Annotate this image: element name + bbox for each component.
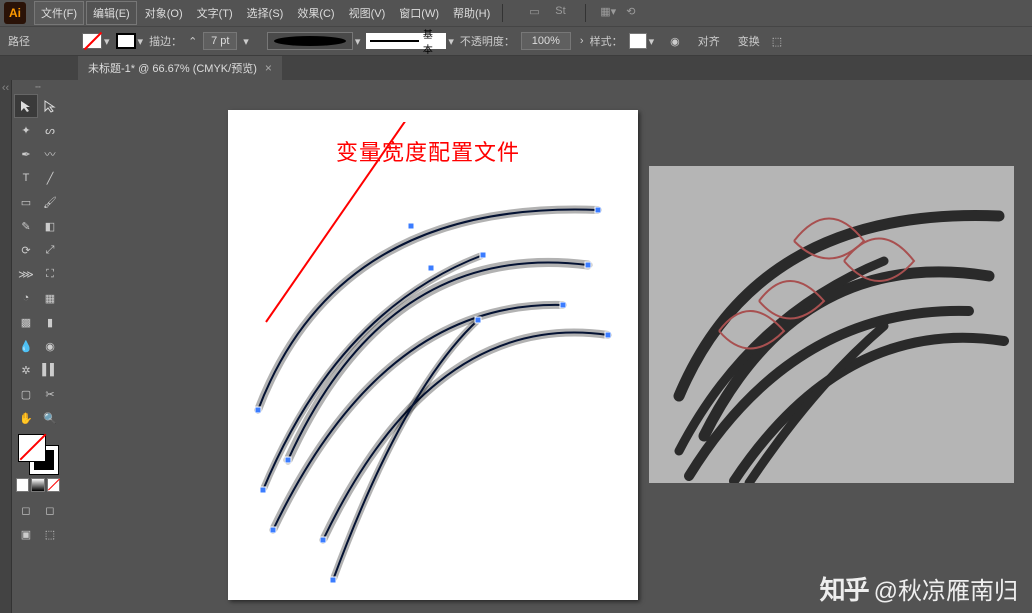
watermark: 知乎 @秋凉雁南归	[820, 570, 1018, 607]
menu-window[interactable]: 窗口(W)	[393, 2, 445, 24]
tab-title: 未标题-1* @ 66.67% (CMYK/预览)	[88, 60, 257, 76]
paintbrush-tool[interactable]: 🖌	[38, 190, 62, 214]
zoom-tool[interactable]: 🔍	[38, 406, 62, 430]
rotate-tool[interactable]: ⟳	[14, 238, 38, 262]
eraser-tool[interactable]: ◧	[38, 214, 62, 238]
sync-icon[interactable]: ⟲	[626, 5, 642, 21]
fill-swatch[interactable]: ▾	[82, 33, 110, 49]
slice-tool[interactable]: ✂	[38, 382, 62, 406]
menu-effect[interactable]: 效果(C)	[291, 2, 340, 24]
magic-wand-tool[interactable]: ✦	[14, 118, 38, 142]
width-profile-dropdown[interactable]: ▾	[267, 32, 361, 50]
mesh-tool[interactable]: ▩	[14, 310, 38, 334]
arrange-icon[interactable]: ▦▾	[600, 5, 616, 21]
eyedropper-tool[interactable]: 💧	[14, 334, 38, 358]
selection-tool[interactable]	[14, 94, 38, 118]
draw-behind[interactable]: ◻	[38, 498, 62, 522]
perspective-tool[interactable]: ▦	[38, 286, 62, 310]
top-toolbar-icons: ▭ St ▦▾ ⟲	[529, 4, 642, 22]
reference-image	[649, 166, 1014, 483]
curvature-tool[interactable]: 〰	[38, 142, 62, 166]
shape-builder-tool[interactable]: ◔	[14, 286, 38, 310]
document-tab[interactable]: 未标题-1* @ 66.67% (CMYK/预览) ×	[78, 56, 282, 80]
touch-icon[interactable]: ▭	[529, 5, 545, 21]
shaper-tool[interactable]: ✎	[14, 214, 38, 238]
menu-bar: Ai 文件(F) 编辑(E) 对象(O) 文字(T) 选择(S) 效果(C) 视…	[0, 0, 1032, 26]
artboard-tool[interactable]: ▢	[14, 382, 38, 406]
annotation-arrow	[256, 122, 476, 382]
gradient-mode[interactable]	[31, 478, 44, 492]
canvas[interactable]: 变量宽度配置文件	[64, 80, 1032, 613]
line-tool[interactable]: ╱	[38, 166, 62, 190]
gradient-tool[interactable]: ▮	[38, 310, 62, 334]
stroke-label: 描边：	[149, 33, 182, 49]
column-graph-tool[interactable]: ▌▌	[38, 358, 62, 382]
opacity-label: 不透明度：	[460, 33, 515, 49]
blend-tool[interactable]: ◉	[38, 334, 62, 358]
recolor-icon[interactable]: ◉	[670, 35, 680, 48]
width-tool[interactable]: ⋙	[14, 262, 38, 286]
draw-normal[interactable]: ◻	[14, 498, 38, 522]
stock-icon[interactable]: St	[555, 5, 571, 21]
screen-mode[interactable]: ▣	[14, 522, 38, 546]
lasso-tool[interactable]: ᔕ	[38, 118, 62, 142]
symbol-sprayer-tool[interactable]: ✲	[14, 358, 38, 382]
transform-button[interactable]: 变换	[738, 33, 760, 49]
style-dropdown[interactable]: ▾	[629, 33, 655, 49]
menu-object[interactable]: 对象(O)	[139, 2, 189, 24]
separator	[585, 4, 586, 22]
pen-tool[interactable]: ✒	[14, 142, 38, 166]
stroke-dropdown-icon[interactable]: ▾	[243, 35, 249, 48]
tab-close-icon[interactable]: ×	[265, 61, 272, 75]
menu-help[interactable]: 帮助(H)	[447, 2, 496, 24]
free-transform-tool[interactable]: ⛶	[38, 262, 62, 286]
tools-panel: ┅ ✦ᔕ ✒〰 T╱ ▭🖌 ✎◧ ⟳⤢ ⋙⛶ ◔▦ ▩▮ 💧◉ ✲▌▌ ▢✂ ✋…	[12, 80, 64, 613]
brush-dropdown[interactable]: 基本▾	[366, 33, 454, 49]
watermark-brand: 知乎	[820, 570, 868, 607]
options-bar: 路径 ▾ ▾ 描边： ⌃ 7 pt ▾ ▾ 基本▾ 不透明度： 100% › 样…	[0, 26, 1032, 56]
selection-label: 路径	[8, 33, 30, 49]
direct-selection-tool[interactable]	[38, 94, 62, 118]
opacity-dropdown-icon[interactable]: ›	[577, 35, 584, 47]
menu-select[interactable]: 选择(S)	[241, 2, 290, 24]
stroke-weight-input[interactable]: 7 pt	[203, 32, 237, 50]
none-mode[interactable]	[47, 478, 60, 492]
isolate-icon[interactable]: ⬚	[772, 35, 782, 48]
tab-bar: 未标题-1* @ 66.67% (CMYK/预览) ×	[0, 56, 1032, 80]
fill-stroke-swatch[interactable]	[18, 434, 58, 474]
watermark-author: @秋凉雁南归	[874, 571, 1018, 606]
type-tool[interactable]: T	[14, 166, 38, 190]
separator	[502, 4, 503, 22]
color-mode[interactable]	[16, 478, 29, 492]
app-logo: Ai	[4, 2, 26, 24]
opacity-input[interactable]: 100%	[521, 32, 571, 50]
hand-tool[interactable]: ✋	[14, 406, 38, 430]
rectangle-tool[interactable]: ▭	[14, 190, 38, 214]
stroke-swatch[interactable]: ▾	[116, 33, 144, 49]
menu-text[interactable]: 文字(T)	[191, 2, 239, 24]
menu-edit[interactable]: 编辑(E)	[86, 1, 137, 25]
stroke-stepper-down[interactable]: ⌃	[188, 35, 197, 48]
scale-tool[interactable]: ⤢	[38, 238, 62, 262]
panel-dock[interactable]: ‹‹	[0, 80, 12, 613]
align-button[interactable]: 对齐	[698, 33, 720, 49]
style-label: 样式：	[590, 33, 623, 49]
menu-view[interactable]: 视图(V)	[343, 2, 392, 24]
menu-file[interactable]: 文件(F)	[34, 1, 84, 25]
screen-mode-2[interactable]: ⬚	[38, 522, 62, 546]
